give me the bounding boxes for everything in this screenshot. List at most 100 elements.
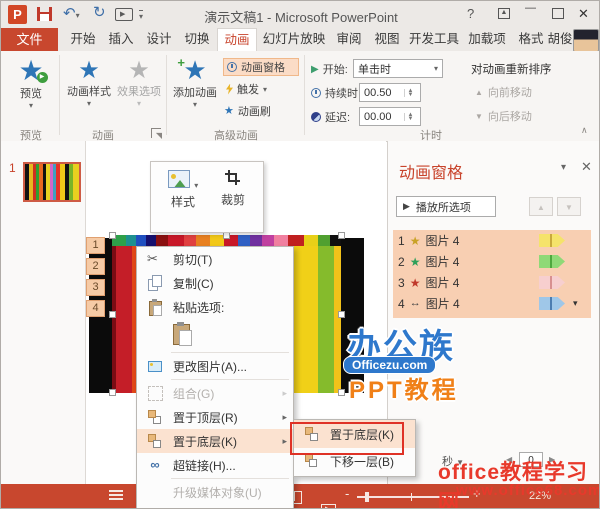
maximize-icon[interactable]: [552, 8, 564, 19]
help-icon[interactable]: ?: [467, 6, 474, 21]
picture-style-button[interactable]: ▾ 样式: [163, 170, 203, 210]
tab-animations[interactable]: 动画: [217, 28, 257, 51]
tab-home[interactable]: 开始: [65, 28, 101, 51]
effect-options-star-icon: ★: [128, 57, 150, 84]
ribbon-display-options-icon[interactable]: ▲: [498, 8, 510, 19]
user-avatar[interactable]: [573, 29, 599, 52]
motion-path-icon: ↔: [409, 297, 421, 309]
slideshow-view-icon[interactable]: ▶: [321, 504, 336, 508]
menu-item-hyperlink[interactable]: ∞ 超链接(H)...: [137, 453, 293, 477]
animation-painter-label: 动画刷: [237, 106, 271, 118]
close-icon[interactable]: ✕: [578, 6, 589, 22]
animation-item-3[interactable]: 3 ★ 图片 4: [393, 272, 591, 293]
notes-icon[interactable]: [109, 490, 123, 500]
paste-picture-option-icon[interactable]: [173, 322, 193, 347]
selection-handle[interactable]: [338, 311, 345, 318]
animation-tag[interactable]: 4: [86, 300, 105, 317]
watermark-logo-subtitle: PPT教程: [349, 377, 459, 404]
animation-item-1[interactable]: 1 ★ 图片 4: [393, 230, 591, 251]
tab-format[interactable]: 格式: [513, 28, 549, 51]
menu-item-upgrade-media: 升级媒体对象(U): [173, 485, 262, 500]
menu-item-cut[interactable]: ✂ 剪切(T): [137, 247, 293, 271]
add-animation-button[interactable]: ★ + 添加动画 ▾: [171, 55, 219, 109]
preview-label: 预览: [20, 88, 42, 100]
duration-spinner[interactable]: 00.50 ▲ ▼: [359, 83, 421, 102]
animation-tag[interactable]: 3: [86, 279, 105, 296]
timeline-bar[interactable]: [539, 276, 565, 289]
tab-design[interactable]: 设计: [141, 28, 177, 51]
animation-pane-icon: [227, 62, 237, 72]
item-number: 1: [398, 233, 405, 248]
animation-painter-icon: ★: [224, 104, 234, 117]
trigger-button[interactable]: 触发 ▾: [226, 80, 267, 98]
tab-addins[interactable]: 加载项: [463, 28, 511, 51]
animation-item-4[interactable]: 4 ↔ 图片 4 ▾: [393, 293, 591, 314]
context-menu: ✂ 剪切(T) 复制(C) 粘贴选项: 更改图片(A)... 组合(G) ▸ 置…: [136, 246, 294, 508]
item-dropdown-icon[interactable]: ▾: [573, 298, 578, 309]
send-to-back-icon: [147, 433, 163, 449]
start-label: ▶ 开始:: [311, 63, 348, 77]
pane-menu-dropdown-icon[interactable]: ▾: [561, 162, 566, 173]
play-selected-button[interactable]: ▶ 播放所选项: [396, 196, 496, 217]
reorder-down-button: ▼: [557, 197, 581, 216]
crop-button[interactable]: 裁剪: [213, 170, 253, 208]
mini-toolbar: ▾ 样式 裁剪: [150, 161, 264, 233]
tab-insert[interactable]: 插入: [103, 28, 139, 51]
zoom-out-icon[interactable]: -: [345, 486, 349, 501]
user-name[interactable]: 胡俊: [547, 28, 573, 51]
selection-handle[interactable]: [109, 389, 116, 396]
timeline-bar[interactable]: [539, 234, 565, 247]
title-bar: P ↶▾ ↻ ▶ ▾ 演示文稿1 - Microsoft PowerPoint …: [1, 1, 599, 28]
start-dropdown[interactable]: 单击时 ▾: [353, 59, 443, 78]
menu-item-copy[interactable]: 复制(C): [137, 271, 293, 295]
timeline-bar[interactable]: [539, 255, 565, 268]
selection-handle[interactable]: [109, 311, 116, 318]
animation-tag[interactable]: 1: [86, 237, 105, 254]
minimize-icon[interactable]: —: [525, 2, 536, 14]
menu-separator: [171, 478, 289, 479]
slide-thumbnail[interactable]: [23, 162, 81, 202]
zoom-slider-thumb[interactable]: [365, 492, 369, 502]
powerpoint-window: P ↶▾ ↻ ▶ ▾ 演示文稿1 - Microsoft PowerPoint …: [0, 0, 600, 509]
selection-handle[interactable]: [338, 389, 345, 396]
animation-item-2[interactable]: 2 ★ 图片 4: [393, 251, 591, 272]
preview-button[interactable]: ★ ▶ 预览 ▾: [9, 57, 53, 110]
menu-item-paste-options: 粘贴选项:: [137, 295, 293, 319]
item-name: 图片 4: [425, 234, 460, 248]
animation-styles-dropdown-icon: ▾: [86, 99, 91, 108]
item-number: 3: [398, 275, 405, 290]
collapse-ribbon-icon[interactable]: ∧: [581, 125, 588, 136]
animation-styles-button[interactable]: ★ 动画样式 ▾: [63, 59, 115, 109]
selection-handle[interactable]: [109, 232, 116, 239]
animation-tag[interactable]: 2: [86, 258, 105, 275]
watermark-site-url: www.office68.com: [456, 482, 600, 499]
menu-item-change-picture[interactable]: 更改图片(A)...: [137, 354, 293, 378]
delay-spinner[interactable]: 00.00 ▲ ▼: [359, 107, 421, 126]
tab-slideshow[interactable]: 幻灯片放映: [259, 28, 329, 51]
selection-handle[interactable]: [223, 232, 230, 239]
animation-pane-button[interactable]: 动画窗格: [223, 58, 299, 76]
menu-item-save-as-picture[interactable]: 另存为图片(S)...: [137, 504, 293, 508]
tab-view[interactable]: 视图: [369, 28, 405, 51]
timeline-bar[interactable]: [539, 297, 565, 310]
menu-item-bring-to-front[interactable]: 置于顶层(R) ▸: [137, 405, 293, 429]
menu-item-group: 组合(G) ▸: [137, 381, 293, 405]
tab-file[interactable]: 文件: [1, 28, 58, 51]
tab-transitions[interactable]: 切换: [179, 28, 215, 51]
pane-close-icon[interactable]: ✕: [581, 159, 592, 175]
animation-dialog-launcher-icon[interactable]: ◥: [151, 128, 162, 140]
animation-pane-button-label: 动画窗格: [241, 62, 285, 74]
selection-handle[interactable]: [338, 232, 345, 239]
tab-review[interactable]: 审阅: [331, 28, 367, 51]
duration-spin-icons[interactable]: ▲ ▼: [404, 88, 416, 98]
trigger-dropdown-icon: ▾: [263, 84, 268, 94]
delay-value: 00.00: [364, 110, 392, 123]
tab-developer[interactable]: 开发工具: [407, 28, 461, 51]
delay-spin-icons[interactable]: ▲ ▼: [404, 112, 416, 122]
submenu-arrow-icon: ▸: [282, 411, 287, 422]
change-picture-icon: [147, 358, 163, 374]
animation-painter-button[interactable]: ★ 动画刷: [224, 102, 271, 120]
style-dropdown-icon: ▾: [194, 181, 199, 190]
menu-item-send-to-back[interactable]: 置于底层(K) ▸: [137, 429, 293, 453]
zoom-center-tick: [411, 493, 412, 501]
